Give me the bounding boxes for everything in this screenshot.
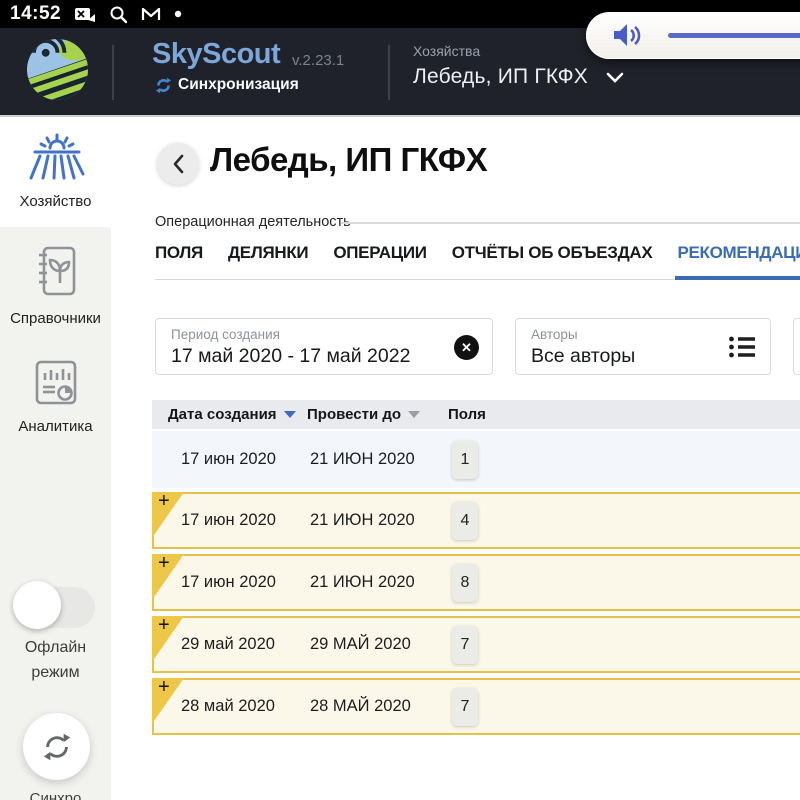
- header-divider: [112, 45, 114, 100]
- sync-status-button[interactable]: Синхронизация: [155, 76, 299, 94]
- clock: 14:52: [10, 3, 62, 24]
- search-icon: [109, 5, 128, 24]
- created-date-cell: 28 май 2020: [181, 697, 275, 715]
- plus-icon: +: [158, 614, 170, 636]
- sync-icon: [155, 77, 172, 93]
- created-date-cell: 17 июн 2020: [181, 450, 276, 468]
- due-date-cell: 21 ИЮН 2020: [310, 450, 415, 468]
- filter-label: Авторы: [531, 327, 578, 342]
- add-corner-button[interactable]: +: [152, 616, 184, 662]
- table-header-row: Дата создания Провести до Поля: [152, 400, 800, 429]
- table-row[interactable]: 28 май 2020 28 МАЙ 2020 7 +: [152, 678, 800, 735]
- due-date-cell: 21 ИЮН 2020: [310, 511, 415, 529]
- table-row[interactable]: 17 июн 2020 21 ИЮН 2020 1: [152, 431, 800, 488]
- tab-0[interactable]: ПОЛЯ: [155, 243, 203, 280]
- analytics-icon: [35, 360, 76, 405]
- add-corner-button[interactable]: +: [152, 554, 184, 600]
- created-date-cell: 29 май 2020: [181, 635, 275, 653]
- due-date-cell: 29 МАЙ 2020: [310, 635, 411, 653]
- created-date-cell: 17 июн 2020: [181, 573, 276, 591]
- tab-2[interactable]: ОПЕРАЦИИ: [333, 243, 427, 280]
- section-divider: [341, 222, 800, 224]
- sync-label: Синхронизация: [178, 76, 299, 93]
- due-date-cell: 28 МАЙ 2020: [310, 697, 411, 715]
- speaker-icon: [614, 24, 641, 46]
- filter-value: 17 май 2020 - 17 май 2022: [171, 345, 411, 367]
- sidebar-item-farm[interactable]: Хозяйство: [0, 130, 111, 210]
- offline-mode-toggle-knob[interactable]: [13, 581, 61, 629]
- brand-name: SkyScout: [152, 38, 281, 70]
- tab-4[interactable]: РЕКОМЕНДАЦИИ: [675, 243, 800, 280]
- add-corner-button[interactable]: +: [152, 678, 184, 724]
- table-row[interactable]: 17 июн 2020 21 ИЮН 2020 4 +: [152, 492, 800, 549]
- filter-label: Период создания: [171, 327, 280, 342]
- volume-slider[interactable]: [668, 33, 800, 38]
- column-header-fields: Поля: [448, 406, 486, 423]
- recommendations-table: Дата создания Провести до Поля 17 июн 20…: [152, 400, 800, 740]
- column-header-due[interactable]: Провести до: [307, 406, 448, 423]
- back-button[interactable]: [157, 143, 199, 185]
- refresh-icon: [43, 733, 70, 760]
- skyscout-logo-icon: [26, 38, 89, 101]
- table-row[interactable]: 17 июн 2020 21 ИЮН 2020 8 +: [152, 554, 800, 611]
- fields-count-badge: 8: [452, 563, 478, 602]
- chevron-left-icon: [173, 154, 184, 174]
- header-bottom-divider: [0, 115, 800, 117]
- sidebar-item-label: Хозяйство: [19, 193, 92, 210]
- tab-1[interactable]: ДЕЛЯНКИ: [228, 243, 309, 280]
- clear-filter-button[interactable]: ✕: [454, 335, 479, 360]
- filter-partial-card[interactable]: [793, 318, 800, 375]
- fields-count-badge: 1: [452, 440, 478, 479]
- sidebar-item-directories[interactable]: Справочники: [0, 243, 111, 327]
- table-body: 17 июн 2020 21 ИЮН 2020 1 17 июн 2020 21…: [152, 431, 800, 735]
- gmail-icon: [141, 6, 161, 22]
- sidebar-item-label: Справочники: [10, 310, 101, 327]
- main-content: Лебедь, ИП ГКФХ Операционная деятельност…: [111, 117, 800, 800]
- tab-bar: ПОЛЯ ДЕЛЯНКИ ОПЕРАЦИИ ОТЧЁТЫ ОБ ОБЪЕЗДАХ РЕК…: [155, 243, 800, 280]
- app-screen: 14:52 SkyScout v.2.23.1 Синхронизация Хо…: [0, 0, 800, 800]
- nav-sidebar: Хозяйство Справочники Аналитика Офлайн р…: [0, 117, 111, 800]
- sidebar-item-analytics[interactable]: Аналитика: [0, 357, 111, 435]
- section-label: Операционная деятельность: [155, 214, 351, 230]
- fields-count-badge: 4: [452, 501, 478, 540]
- filter-value: Все авторы: [531, 345, 636, 367]
- app-version: v.2.23.1: [292, 52, 345, 69]
- farms-label: Хозяйства: [413, 43, 481, 59]
- volume-overlay[interactable]: [586, 12, 800, 59]
- plus-icon: +: [158, 676, 170, 698]
- created-date-cell: 17 июн 2020: [181, 511, 276, 529]
- column-header-created[interactable]: Дата создания: [168, 406, 307, 423]
- fields-count-badge: 7: [452, 625, 478, 664]
- farm-field-icon: [29, 133, 84, 180]
- plus-icon: +: [158, 552, 170, 574]
- fields-count-badge: 7: [452, 687, 478, 726]
- table-row[interactable]: 29 май 2020 29 МАЙ 2020 7 +: [152, 616, 800, 673]
- sync-fab-label: Синхро: [29, 790, 82, 800]
- add-corner-button[interactable]: +: [152, 492, 184, 538]
- filter-period[interactable]: Период создания 17 май 2020 - 17 май 202…: [155, 318, 493, 375]
- reference-book-icon: [38, 246, 75, 296]
- farm-selector[interactable]: Лебедь, ИП ГКФХ: [413, 65, 624, 89]
- sort-icon[interactable]: [408, 411, 421, 418]
- list-select-icon[interactable]: [728, 335, 756, 364]
- screen-record-icon: [74, 6, 96, 22]
- chevron-down-icon: [606, 72, 624, 83]
- sort-desc-icon[interactable]: [283, 411, 296, 418]
- header-divider: [388, 45, 390, 100]
- sync-fab-button[interactable]: [23, 713, 90, 780]
- offline-label: Офлайн: [24, 639, 87, 656]
- filter-bar: Период создания 17 май 2020 - 17 май 202…: [155, 318, 800, 375]
- filter-authors[interactable]: Авторы Все авторы: [515, 318, 771, 375]
- sidebar-item-label: Аналитика: [18, 418, 93, 435]
- current-farm-name: Лебедь, ИП ГКФХ: [413, 65, 588, 88]
- due-date-cell: 21 ИЮН 2020: [310, 573, 415, 591]
- tab-3[interactable]: ОТЧЁТЫ ОБ ОБЪЕЗДАХ: [452, 243, 653, 280]
- page-title: Лебедь, ИП ГКФХ: [210, 141, 488, 178]
- plus-icon: +: [158, 490, 170, 512]
- offline-label: режим: [31, 664, 80, 681]
- notification-dot: [174, 10, 182, 18]
